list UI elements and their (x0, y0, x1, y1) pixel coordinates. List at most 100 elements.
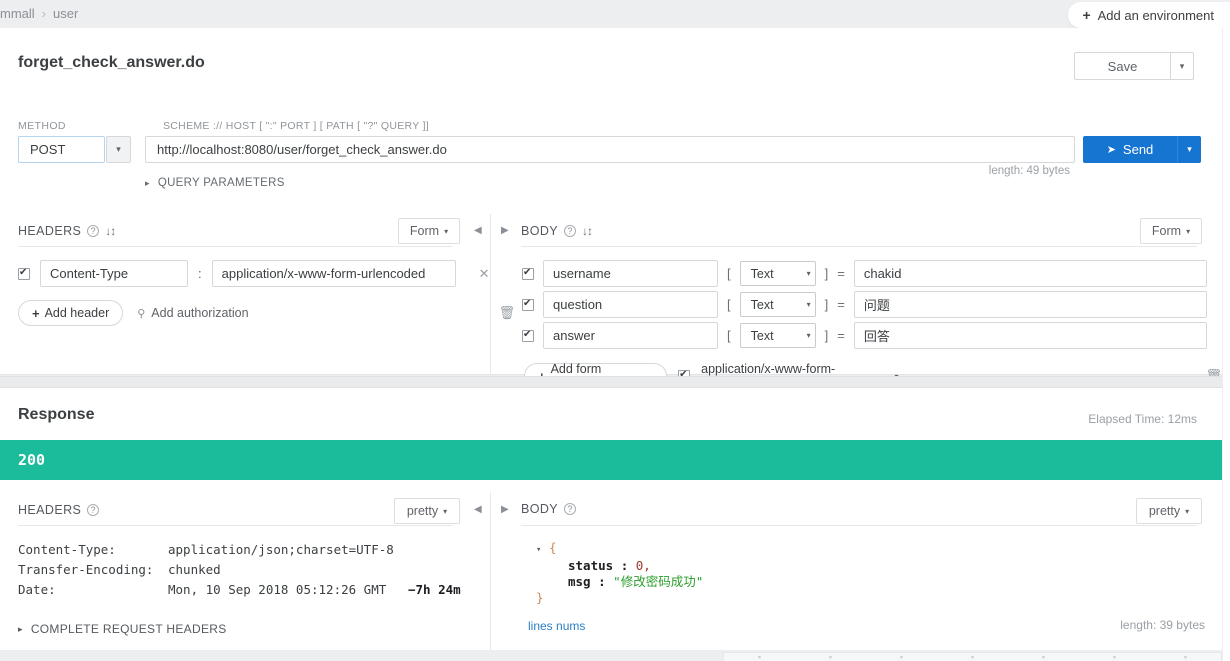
response-header-key: Content-Type: (18, 542, 116, 557)
method-select[interactable]: POST (18, 136, 105, 163)
response-header-value: chunked (168, 562, 221, 577)
json-collapse-toggle-icon[interactable]: ▾ (536, 545, 541, 555)
help-icon[interactable]: ? (87, 225, 100, 237)
body-param-checkbox[interactable] (522, 267, 534, 280)
json-colon: : (598, 574, 606, 589)
header-colon-separator: : (198, 266, 202, 281)
json-close-brace: } (536, 590, 544, 605)
method-dropdown-caret-icon[interactable]: ▾ (106, 136, 131, 163)
body-param-type-select[interactable]: Text ▾ (739, 261, 816, 286)
bracket-open: [ (727, 297, 731, 312)
save-button-group: Save ▾ (1074, 52, 1194, 80)
add-environment-button[interactable]: + Add an environment (1068, 2, 1230, 28)
header-value-input[interactable]: application/x-www-form-urlencoded (211, 260, 456, 287)
send-button-group: ➤ Send ▾ (1083, 136, 1201, 163)
plus-icon: + (32, 305, 40, 321)
sort-icon[interactable]: ↓↕ (105, 224, 116, 238)
body-param-checkbox[interactable] (522, 298, 534, 311)
send-dropdown-caret-icon[interactable]: ▾ (1177, 136, 1201, 163)
toolbar-icon-6[interactable]: ▪ (1113, 653, 1116, 661)
body-param-value-input[interactable]: 问题 (853, 291, 1207, 318)
body-param-type-value: Text (750, 266, 774, 281)
lines-nums-link[interactable]: lines nums (528, 619, 585, 633)
query-parameters-toggle[interactable]: ▸ QUERY PARAMETERS (145, 177, 285, 189)
panel-split-handle[interactable] (0, 376, 1222, 388)
header-key-input[interactable]: Content-Type (40, 260, 188, 287)
help-icon[interactable]: ? (87, 504, 100, 516)
request-headers-label: HEADERS (18, 224, 82, 238)
response-headers-mode-dropdown[interactable]: pretty ▾ (394, 498, 460, 524)
request-panel: forget_check_answer.do Save ▾ METHOD SCH… (0, 28, 1230, 394)
breadcrumb-separator-icon: › (41, 6, 47, 21)
response-header-value: Mon, 10 Sep 2018 05:12:26 GMT (168, 582, 387, 597)
response-headers-label: HEADERS (18, 503, 82, 517)
chevron-down-icon: ▾ (1185, 506, 1190, 516)
response-headers-mode-value: pretty (406, 504, 439, 518)
response-body-label: BODY (521, 502, 559, 516)
body-param-type-select[interactable]: Text ▾ (739, 323, 816, 348)
help-icon[interactable]: ? (564, 225, 577, 237)
sort-icon[interactable]: ↓↕ (582, 224, 593, 238)
help-icon[interactable]: ? (564, 503, 577, 515)
body-param-name-input[interactable]: question (543, 291, 718, 318)
url-label: SCHEME :// HOST [ ":" PORT ] [ PATH [ "?… (163, 120, 430, 132)
chevron-down-icon: ▾ (806, 331, 811, 340)
toolbar-icon-7[interactable]: ▪ (1184, 653, 1187, 661)
request-panel-divider (490, 214, 491, 394)
add-header-label: Add header (44, 306, 110, 320)
plus-icon: + (1082, 7, 1091, 23)
toolbar-icon-4[interactable]: ▪ (971, 653, 974, 661)
response-body-collapse-arrow[interactable]: ▶ (501, 504, 509, 515)
elapsed-time: Elapsed Time: 12ms (1088, 412, 1197, 426)
response-headers-collapse-arrow[interactable]: ◀ (474, 504, 482, 515)
body-param-name-input[interactable]: answer (543, 322, 718, 349)
json-key: status (568, 558, 614, 573)
equals-sign: = (837, 266, 845, 281)
request-length-note: length: 49 bytes (988, 165, 1070, 177)
request-headers-mode-dropdown[interactable]: Form ▾ (398, 218, 460, 244)
delete-headers-icon[interactable]: 🗑 (499, 305, 516, 321)
add-header-button[interactable]: + Add header (18, 300, 124, 326)
response-header-value: application/json;charset=UTF-8 (168, 542, 394, 557)
response-body-underline (521, 525, 1197, 526)
toolbar-icon-1[interactable]: ▪ (758, 653, 761, 661)
request-body-collapse-arrow[interactable]: ▶ (501, 225, 509, 236)
breadcrumb-item-project[interactable]: mmall (0, 6, 35, 21)
body-param-value-input[interactable]: 回答 (853, 322, 1207, 349)
response-body-length-note: length: 39 bytes (1120, 618, 1205, 632)
body-param-value-input[interactable]: chakid (853, 260, 1207, 287)
request-body-mode-dropdown[interactable]: Form ▾ (1140, 218, 1202, 244)
request-headers-underline (18, 246, 452, 247)
json-value: "修改密码成功" (613, 574, 704, 589)
toolbar-icon-3[interactable]: ▪ (900, 653, 903, 661)
vertical-scrollbar[interactable] (1222, 28, 1230, 661)
bottom-floating-toolbar[interactable]: ▪ ▪ ▪ ▪ ▪ ▪ ▪ (723, 652, 1222, 661)
toolbar-icon-5[interactable]: ▪ (1042, 653, 1045, 661)
status-bar: 200 (0, 440, 1222, 480)
complete-request-headers-label: COMPLETE REQUEST HEADERS (30, 622, 227, 636)
bracket-open: [ (727, 328, 731, 343)
response-body-mode-dropdown[interactable]: pretty ▾ (1136, 498, 1202, 524)
add-authorization-button[interactable]: ⚲ Add authorization (137, 306, 248, 320)
save-dropdown-caret-icon[interactable]: ▾ (1170, 52, 1194, 80)
equals-sign: = (837, 328, 845, 343)
method-value: POST (30, 142, 66, 157)
complete-request-headers-toggle[interactable]: ▸ COMPLETE REQUEST HEADERS (18, 622, 227, 636)
body-param-checkbox[interactable] (522, 329, 534, 342)
chevron-right-icon: ▸ (18, 623, 23, 634)
request-headers-collapse-arrow[interactable]: ◀ (474, 225, 482, 236)
save-button[interactable]: Save (1074, 52, 1170, 80)
json-root-line: ▾ { (536, 540, 703, 558)
send-button[interactable]: ➤ Send (1083, 136, 1177, 163)
response-headers-title: HEADERS ? (18, 503, 100, 517)
body-param-name-input[interactable]: username (543, 260, 718, 287)
body-param-type-select[interactable]: Text ▾ (739, 292, 816, 317)
header-row-checkbox[interactable] (18, 267, 30, 280)
remove-header-icon[interactable]: ✕ (479, 266, 490, 282)
response-headers-underline (18, 525, 452, 526)
equals-sign: = (837, 297, 845, 312)
response-body-title: BODY ? (521, 502, 577, 516)
breadcrumb-item-folder[interactable]: user (53, 6, 78, 21)
url-input[interactable]: http://localhost:8080/user/forget_check_… (145, 136, 1075, 163)
toolbar-icon-2[interactable]: ▪ (829, 653, 832, 661)
